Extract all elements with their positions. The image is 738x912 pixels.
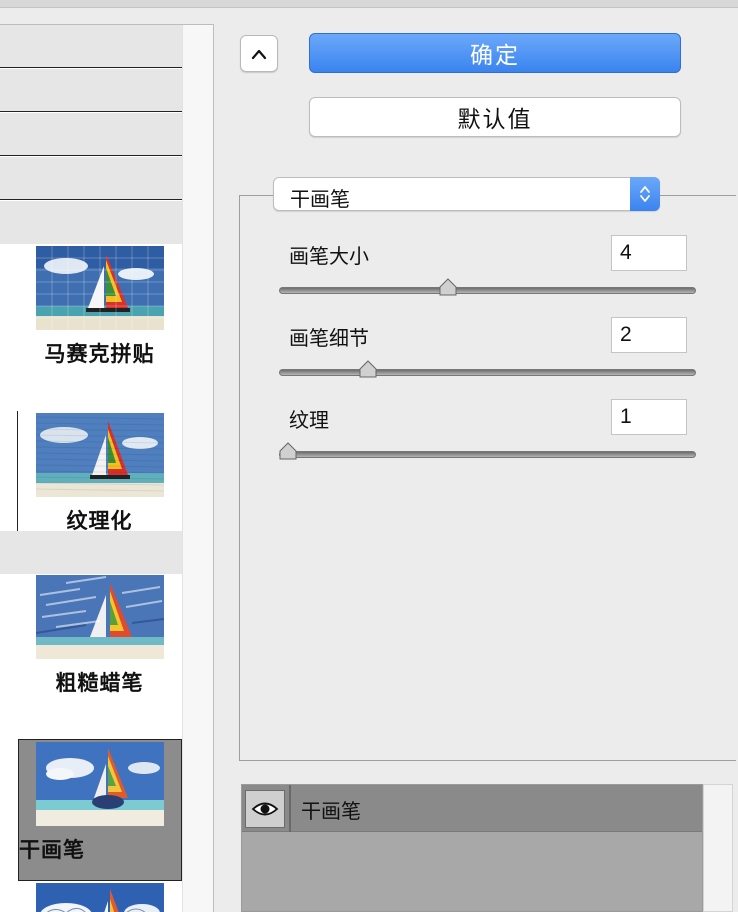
brush-detail-label: 画笔细节 [289,328,369,350]
brush-size-label: 画笔大小 [289,246,369,268]
brush-detail-slider[interactable] [279,369,696,376]
filter-settings-group [239,195,736,761]
filter-category-row[interactable] [0,201,182,244]
filter-gallery-panel: 马赛克拼贴 纹理化 粗糙蜡笔 干画笔 [0,24,214,912]
effect-layers-panel: 干画笔 [241,784,703,912]
mosaic-thumbnail-image [35,246,164,330]
filter-gallery-list: 马赛克拼贴 纹理化 粗糙蜡笔 干画笔 [0,25,182,912]
chevron-up-icon [251,49,267,59]
filter-category-row[interactable] [0,69,182,112]
thumbnail-label: 马赛克拼贴 [44,343,155,366]
gallery-scrollbar[interactable] [182,25,213,912]
filter-select[interactable]: 干画笔 [273,177,660,211]
brush-size-slider[interactable] [279,287,696,294]
visibility-toggle[interactable] [245,790,285,828]
texturizer-thumbnail-image [35,413,164,497]
filter-thumbnail-mosaic[interactable]: 马赛克拼贴 [27,246,172,368]
rough-pastels-thumbnail-image [35,575,164,659]
collapse-gallery-button[interactable] [240,35,278,72]
brush-size-input[interactable]: 4 [611,235,687,271]
effect-layers-scrollbar[interactable] [703,784,733,912]
texture-slider[interactable] [279,451,696,458]
filter-category-row[interactable] [0,25,182,68]
texture-slider-thumb[interactable] [279,442,297,460]
filter-category-row[interactable] [0,113,182,156]
brush-detail-slider-thumb[interactable] [359,360,377,378]
filter-thumbnail-dry-brush-selected[interactable]: 干画笔 [18,739,182,881]
brush-detail-input[interactable]: 2 [611,317,687,353]
effect-layer-row[interactable]: 干画笔 [242,785,702,832]
eye-icon [251,802,279,816]
filter-category-row[interactable] [0,157,182,200]
next-thumbnail-image [35,883,164,912]
dry-brush-thumbnail-image [36,742,164,826]
brush-size-slider-thumb[interactable] [439,278,457,296]
texture-label: 纹理 [289,410,329,432]
thumbnail-label: 干画笔 [19,839,85,862]
layer-row-divider [289,785,291,832]
texture-input[interactable]: 1 [611,399,687,435]
filter-thumbnail-texturizer[interactable]: 纹理化 [27,413,172,535]
select-arrows-icon [630,177,660,211]
window-top-edge [0,0,738,8]
filter-select-value: 干画笔 [290,189,350,211]
filter-thumbnail-next[interactable] [27,883,172,912]
filter-category-row[interactable] [0,531,182,574]
default-button[interactable]: 默认值 [309,97,681,137]
filter-thumbnail-rough-pastels[interactable]: 粗糙蜡笔 [27,575,172,697]
thumbnail-label: 粗糙蜡笔 [55,672,144,695]
effect-layer-label: 干画笔 [301,801,361,823]
ok-button[interactable]: 确定 [309,33,681,73]
